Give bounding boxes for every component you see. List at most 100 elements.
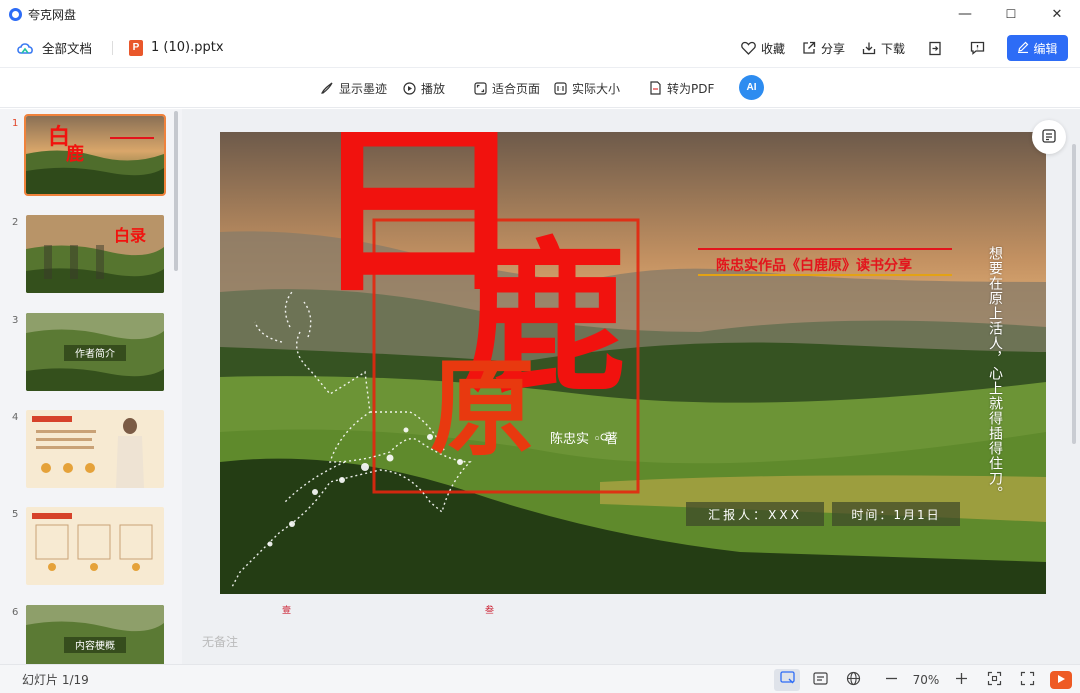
thumbnail-number: 4 <box>12 412 19 423</box>
share-label: 分享 <box>820 41 845 56</box>
export-icon <box>927 40 943 56</box>
cloud-icon <box>16 41 35 55</box>
download-icon <box>861 40 877 56</box>
fit-page-icon <box>473 81 487 95</box>
app-logo-icon <box>9 7 22 21</box>
svg-text:白录: 白录 <box>114 226 146 245</box>
fit-screen-icon <box>987 671 1002 689</box>
slide-reporter: 汇报人：XXX <box>686 502 824 526</box>
notes-icon <box>812 671 828 688</box>
ai-assistant-button[interactable]: AI <box>739 75 764 100</box>
current-slide: 白 鹿 原 陈忠实作品《白鹿原》读书分享 陈忠实 ◦ 著 想要在原上活人，心上就… <box>220 132 1046 594</box>
slides-grid-icon <box>1041 128 1057 147</box>
download-label: 下载 <box>880 41 905 56</box>
viewer-toolbar: 显示墨迹 播放 适合页面 实际大小 转为PDF <box>0 68 1080 108</box>
thumbnail-item[interactable]: 5 <box>0 507 172 587</box>
thumbnail-item[interactable]: 6 内容梗概 <box>0 605 172 664</box>
thumbnail-item[interactable]: 4 <box>0 410 172 490</box>
main-scrollbar[interactable] <box>1072 144 1076 444</box>
thumbnail-number: 6 <box>12 607 19 618</box>
slide-thumbnail-panel: 1 白 鹿 2 白录 3 作者简介 4 5 6 内容梗概 <box>0 109 182 664</box>
minimize-button[interactable]: — <box>942 0 988 28</box>
close-button[interactable]: ✕ <box>1034 0 1080 28</box>
play-label: 播放 <box>421 81 446 96</box>
slide-time: 时间：1月1日 <box>832 502 960 526</box>
fullscreen-icon <box>1020 671 1035 689</box>
thumbnail-preview: 内容梗概 <box>26 605 164 664</box>
slide-vertical-quote: 想要在原上活人，心上就得插得住刀。 <box>987 246 1003 501</box>
play-triangle-icon <box>1056 673 1066 687</box>
edit-button[interactable]: 编辑 <box>1007 35 1068 61</box>
favorite-button[interactable]: 收藏 <box>741 40 785 57</box>
share-icon <box>801 40 817 56</box>
slide-author: 陈忠实 ◦ 著 <box>550 432 618 447</box>
thumbnail-preview: 白 鹿 <box>24 114 166 196</box>
pen-icon <box>320 81 334 95</box>
thumbnail-preview <box>26 410 164 488</box>
download-button[interactable]: 下载 <box>861 40 905 57</box>
slide-notes[interactable]: 无备注 <box>202 633 238 650</box>
status-bar: 幻灯片 1/19 70% <box>0 664 1080 693</box>
play-icon <box>402 81 416 95</box>
actual-size-button[interactable]: 实际大小 <box>553 68 620 108</box>
notes-view-button[interactable] <box>807 669 833 691</box>
all-docs-link[interactable]: 全部文档 <box>16 38 92 57</box>
thumbnail-preview <box>26 507 164 585</box>
to-pdf-label: 转为PDF <box>667 81 715 96</box>
show-ink-button[interactable]: 显示墨迹 <box>320 68 387 108</box>
fit-page-label: 适合页面 <box>492 81 541 96</box>
all-docs-label: 全部文档 <box>42 41 93 56</box>
thumbnail-caption: 内容梗概 <box>75 639 115 652</box>
minus-icon <box>885 672 898 688</box>
play-button[interactable]: 播放 <box>402 68 445 108</box>
favorite-label: 收藏 <box>760 41 785 56</box>
web-view-button[interactable] <box>840 669 866 691</box>
fit-page-button[interactable]: 适合页面 <box>473 68 540 108</box>
svg-text:鹿: 鹿 <box>66 143 84 165</box>
thumbnail-scrollbar[interactable] <box>174 111 178 271</box>
edit-label: 编辑 <box>1033 41 1058 56</box>
show-ink-label: 显示墨迹 <box>339 81 388 96</box>
slide-mini-mark: 叁 <box>485 606 495 616</box>
to-pdf-button[interactable]: 转为PDF <box>648 68 714 108</box>
header-actions: 收藏 分享 下载 编辑 <box>725 28 1068 68</box>
slide-counter: 幻灯片 1/19 <box>22 672 89 687</box>
pencil-icon <box>1017 41 1029 56</box>
normal-view-icon <box>779 671 795 688</box>
slideshow-play-button[interactable] <box>1050 670 1072 689</box>
zoom-in-button[interactable] <box>948 669 974 691</box>
app-title: 夸克网盘 <box>28 7 77 22</box>
header-divider <box>112 40 114 55</box>
zoom-level[interactable]: 70% <box>910 673 942 687</box>
slide-mini-mark: 壹 <box>282 606 292 616</box>
feedback-button[interactable] <box>969 40 989 56</box>
thumbnail-item[interactable]: 2 白录 <box>0 215 172 295</box>
maximize-button[interactable]: ☐ <box>988 0 1034 28</box>
file-name: 1 (10).pptx <box>151 40 224 55</box>
heart-icon <box>741 40 757 56</box>
pdf-icon <box>648 81 662 95</box>
thumbnail-item[interactable]: 3 作者简介 <box>0 313 172 393</box>
zoom-out-button[interactable] <box>878 669 904 691</box>
plus-icon <box>955 672 968 688</box>
slide-panel-button[interactable] <box>1032 120 1066 154</box>
fullscreen-button[interactable] <box>1014 669 1040 691</box>
thumbnail-caption: 作者简介 <box>75 347 115 360</box>
share-button[interactable]: 分享 <box>801 40 845 57</box>
normal-view-button[interactable] <box>774 668 800 691</box>
title-char-yuan: 原 <box>430 346 536 470</box>
actual-size-icon <box>553 81 567 95</box>
thumbnail-item[interactable]: 1 白 鹿 <box>0 114 172 196</box>
thumbnail-preview: 白录 <box>26 215 164 293</box>
status-controls: 70% <box>767 665 1072 693</box>
actual-size-label: 实际大小 <box>572 81 621 96</box>
export-button[interactable] <box>927 40 947 56</box>
thumbnail-number: 2 <box>12 217 19 228</box>
globe-icon <box>846 671 861 689</box>
thumbnail-number: 5 <box>12 509 19 520</box>
document-header: 全部文档 P 1 (10).pptx 收藏 分享 下载 编辑 <box>0 28 1080 68</box>
thumbnail-number: 1 <box>12 118 19 129</box>
pptx-file-icon: P <box>129 39 144 56</box>
window-controls: — ☐ ✕ <box>942 0 1080 28</box>
fit-screen-button[interactable] <box>981 669 1007 691</box>
